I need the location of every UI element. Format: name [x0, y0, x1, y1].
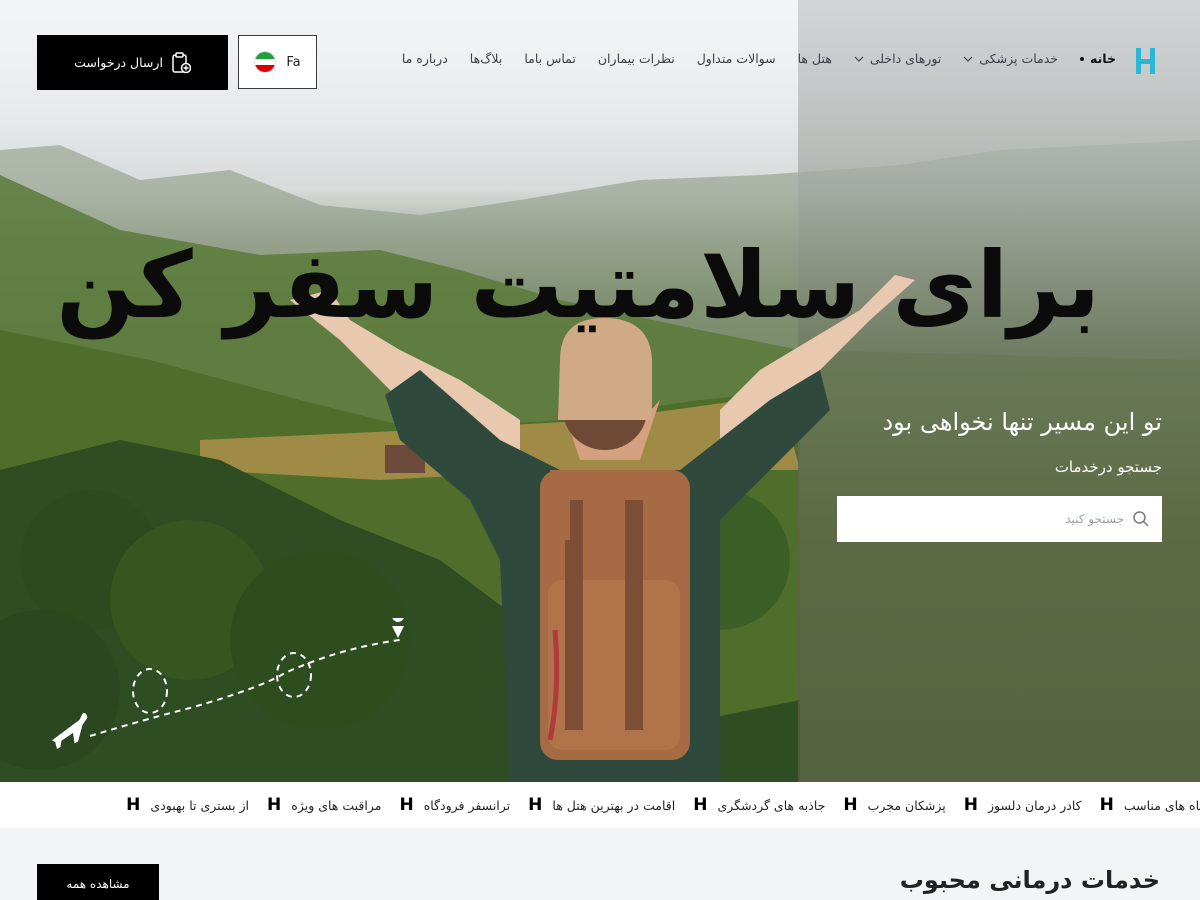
nav-item-contact[interactable]: تماس باما	[524, 51, 576, 66]
chevron-down-icon	[854, 56, 864, 62]
nav-item-domestic-tours[interactable]: تورهای داخلی	[854, 51, 941, 66]
brand-h-icon: H	[126, 795, 141, 815]
ticker-item: H پزشکان مجرب	[843, 795, 945, 815]
send-request-button[interactable]: ارسال درخواست	[37, 35, 228, 90]
ticker-item: H جاذبه های گردشگری	[693, 795, 825, 815]
ticker-item: H اقامت در بهترین هتل ها	[528, 795, 675, 815]
flight-path-decoration	[52, 618, 404, 750]
ticker-label: اقامتگاه های مناسب	[1123, 797, 1200, 813]
nav-label: سوالات متداول	[696, 51, 776, 66]
nav-label: هتل ها	[797, 51, 832, 66]
language-selector[interactable]: Fa	[238, 35, 317, 89]
ticker-label: ترانسفر فرودگاه	[423, 797, 511, 813]
ticker-item: H ترانسفر فرودگاه	[399, 795, 510, 815]
brand-h-icon: H	[399, 795, 414, 815]
language-label: Fa	[286, 54, 301, 70]
ticker-label: جاذبه های گردشگری	[717, 797, 826, 813]
nav-item-blogs[interactable]: بلاگ‌ها	[470, 51, 503, 66]
nav-label: درباره ما	[401, 51, 448, 66]
chevron-down-icon	[963, 56, 973, 62]
nav-item-about[interactable]: درباره ما	[402, 51, 448, 66]
ticker-item: H کادر درمان دلسوز	[964, 795, 1082, 815]
brand-h-icon: H	[528, 795, 543, 815]
ticker-label: کادر درمان دلسوز	[988, 797, 1082, 813]
search-input[interactable]	[849, 512, 1124, 526]
features-ticker: Hاقامتگاه های مناسب Hکادر درمان دلسوز Hپ…	[0, 782, 1200, 828]
iran-flag-icon	[254, 51, 277, 73]
search-icon[interactable]	[1132, 510, 1150, 528]
ticker-item: H مراقبت های ویژه	[267, 795, 381, 815]
ticker-item: H اقامتگاه های مناسب	[1100, 795, 1200, 815]
nav-label: تماس باما	[524, 51, 576, 66]
brand-h-icon: H	[693, 795, 708, 815]
clipboard-add-icon	[172, 51, 191, 73]
brand-h-icon: H	[1099, 795, 1114, 815]
nav-label: خانه	[1090, 51, 1116, 66]
ticker-item: H از بستری تا بهبودی	[126, 795, 249, 815]
nav-item-medical-services[interactable]: خدمات پزشکی	[963, 51, 1058, 66]
nav-label: تورهای داخلی	[869, 51, 942, 66]
brand-h-icon: H	[267, 795, 282, 815]
main-nav: خانه خدمات پزشکی تورهای داخلی هتل ها سوا…	[402, 51, 1116, 66]
ticker-label: از بستری تا بهبودی	[150, 797, 250, 813]
hero-subtitle: تو این مسیر تنها نخواهی بود	[882, 408, 1162, 436]
nav-label: بلاگ‌ها	[469, 51, 503, 66]
hero-title: برای سلامتیت سفر کن	[56, 232, 1101, 339]
active-dot-icon	[1080, 56, 1085, 61]
ticker-label: پزشکان مجرب	[867, 797, 946, 813]
nav-item-patient-reviews[interactable]: نظرات بیماران	[598, 51, 675, 66]
airplane-icon	[52, 712, 88, 750]
ticker-label: مراقبت های ویژه	[291, 797, 382, 813]
popular-services-title: خدمات درمانی محبوب	[899, 866, 1160, 894]
ticker-label: اقامت در بهترین هتل ها	[552, 797, 676, 813]
send-request-label: ارسال درخواست	[74, 55, 163, 70]
hero-section	[0, 0, 1200, 782]
hero-search-label: جستجو درخدمات	[1054, 458, 1162, 476]
nav-item-home[interactable]: خانه	[1080, 51, 1116, 66]
ticker-track: Hاقامتگاه های مناسب Hکادر درمان دلسوز Hپ…	[126, 782, 1200, 828]
brand-h-icon: H	[963, 795, 978, 815]
brand-logo[interactable]	[1134, 46, 1158, 76]
nav-item-hotels[interactable]: هتل ها	[798, 51, 832, 66]
nav-item-faq[interactable]: سوالات متداول	[697, 51, 776, 66]
hero-search-box	[837, 496, 1162, 542]
nav-label: خدمات پزشکی	[979, 51, 1059, 66]
nav-label: نظرات بیماران	[597, 51, 675, 66]
view-all-button[interactable]: مشاهده همه	[37, 864, 159, 900]
brand-h-icon: H	[843, 795, 858, 815]
